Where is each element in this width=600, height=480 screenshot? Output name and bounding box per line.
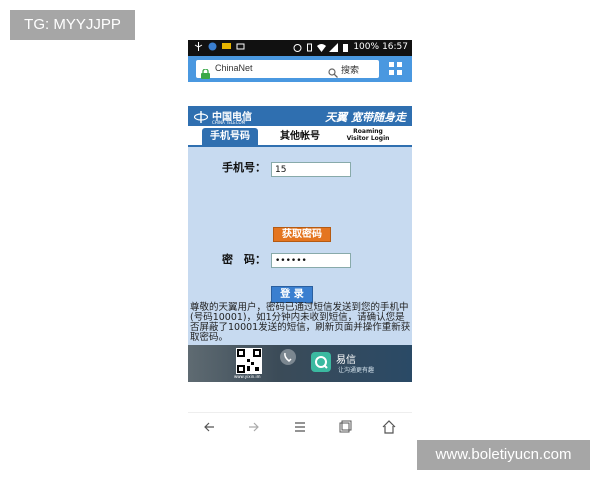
login-tabs: 手机号码 其他帐号 Roaming Visitor Login <box>188 126 412 145</box>
status-indicators: 100% 16:57 <box>293 42 408 52</box>
yixin-name: 易信 <box>336 355 356 366</box>
forward-icon[interactable] <box>246 419 262 433</box>
password-input[interactable]: •••••• <box>271 253 351 268</box>
address-bar[interactable]: ChinaNet 搜索 <box>196 60 379 79</box>
brand-slogan: 天翼 宽带随身走 <box>325 111 406 124</box>
sms-notice: 尊敬的天翼用户，密码已通过短信发送到您的手机中(号码10001)，如1分钟内未收… <box>190 302 411 343</box>
media-icon <box>236 42 245 51</box>
portal-header: 中国电信 CHINA TELECOM 天翼 宽带随身走 <box>188 106 412 126</box>
lock-icon <box>201 64 210 79</box>
menu-icon[interactable] <box>292 419 308 433</box>
usb-icon <box>194 42 203 51</box>
app-icon <box>208 42 217 51</box>
back-icon[interactable] <box>202 419 218 433</box>
login-button[interactable]: 登 录 <box>271 286 313 303</box>
tg-badge: TG: MYYJJPP <box>10 10 135 40</box>
tabs-icon[interactable] <box>337 419 353 433</box>
tab-phone-number[interactable]: 手机号码 <box>202 128 258 145</box>
yixin-slogan: 让沟通更有趣 <box>338 367 375 374</box>
signal-icon <box>329 42 339 52</box>
alarm-icon <box>293 43 302 52</box>
message-icon <box>222 42 231 51</box>
clock: 16:57 <box>382 42 408 52</box>
watermark: www.boletiyucn.com <box>417 440 590 470</box>
browser-toolbar: ChinaNet 搜索 <box>188 56 412 82</box>
yixin-logo-icon <box>311 352 331 372</box>
wifi-icon <box>317 43 327 52</box>
yixin-banner[interactable]: www.yixin.im 易信 让沟通更有趣 <box>188 345 412 382</box>
portal-page: 中国电信 CHINA TELECOM 天翼 宽带随身走 手机号码 其他帐号 Ro… <box>188 106 412 352</box>
search-icon[interactable] <box>328 63 338 78</box>
vibrate-icon <box>305 43 314 52</box>
notification-icons <box>194 42 245 51</box>
tab-roaming-line2: Visitor Login <box>346 135 390 142</box>
phone-screen: 100% 16:57 ChinaNet 搜索 中国电信 CHINA TELECO… <box>188 40 412 440</box>
tab-roaming-line1: Roaming <box>353 128 383 135</box>
telecom-logo-icon <box>193 109 209 123</box>
battery-percent: 100% <box>353 42 380 52</box>
phone-call-icon <box>280 349 296 365</box>
login-form: 手机号： 15 获取密码 密 码： •••••• 登 录 尊敬的天翼用户，密码已… <box>188 147 412 352</box>
get-password-button[interactable]: 获取密码 <box>273 227 331 242</box>
phone-label: 手机号： <box>222 161 266 174</box>
apps-grid-icon[interactable] <box>389 62 403 76</box>
qr-url: www.yixin.im <box>234 374 261 379</box>
browser-bottom-nav <box>188 412 412 440</box>
phone-input[interactable]: 15 <box>271 162 351 177</box>
tab-other-account[interactable]: 其他帐号 <box>278 128 322 145</box>
search-label[interactable]: 搜索 <box>341 63 359 76</box>
battery-icon <box>341 43 350 52</box>
home-icon[interactable] <box>381 419 397 434</box>
status-bar: 100% 16:57 <box>188 40 412 56</box>
password-label: 密 码： <box>222 253 266 266</box>
url-text: ChinaNet <box>215 63 253 73</box>
tab-roaming[interactable]: Roaming Visitor Login <box>338 128 398 142</box>
qr-code <box>236 348 262 374</box>
brand-name-en: CHINA TELECOM <box>212 120 246 125</box>
